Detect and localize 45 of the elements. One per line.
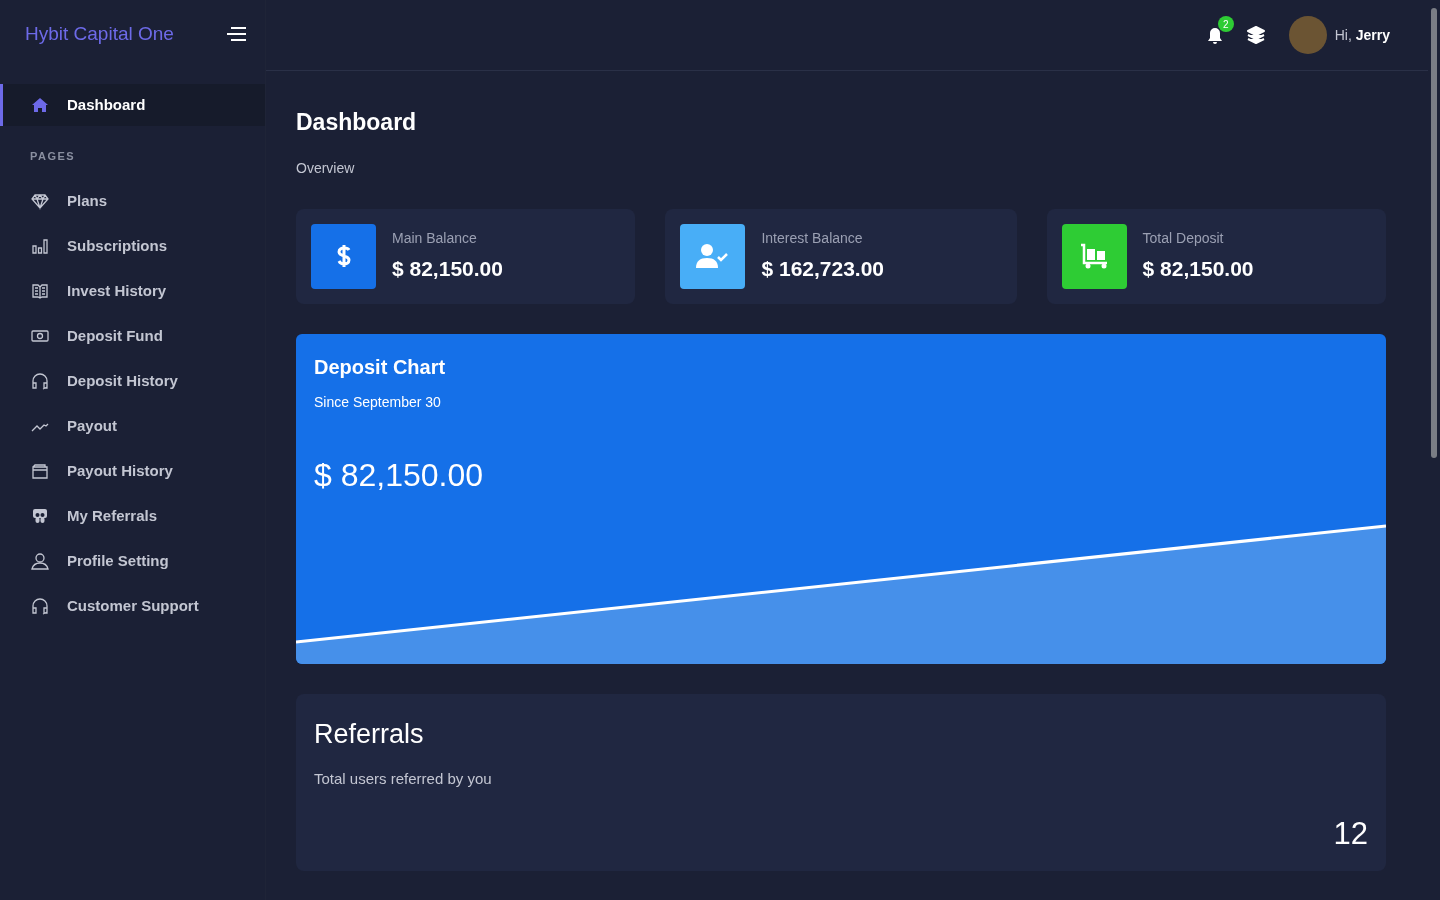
sidebar-item[interactable]: Dashboard — [0, 84, 265, 126]
notification-badge: 2 — [1217, 16, 1234, 32]
home-icon — [31, 96, 49, 114]
referral-count: 12 — [1333, 815, 1368, 851]
bar-chart-icon — [31, 237, 49, 255]
sidebar-item[interactable]: Subscriptions — [0, 223, 265, 269]
sidebar-item[interactable]: Deposit History — [0, 358, 265, 404]
chart-subtitle: Since September 30 — [314, 392, 442, 412]
stat-label: Main Balance — [392, 228, 478, 248]
banknote-icon — [31, 327, 49, 345]
book-icon — [31, 282, 49, 300]
sidebar-item[interactable]: My Referrals — [0, 493, 265, 539]
brand-logo[interactable]: Hybit Capital One — [25, 19, 174, 49]
stat-label: Total Deposit — [1142, 228, 1225, 248]
sidebar-item[interactable]: Payout History — [0, 448, 265, 494]
sidebar-item[interactable]: Profile Setting — [0, 538, 265, 584]
wallet-icon — [31, 462, 49, 480]
menu-icon[interactable] — [225, 26, 247, 42]
user-icon — [31, 552, 49, 570]
stat-value: $ 82,150.00 — [1142, 255, 1254, 282]
section-heading: PAGES — [29, 149, 77, 164]
scrollbar[interactable] — [1431, 8, 1437, 458]
sidebar-item[interactable]: Plans — [0, 178, 265, 224]
stat-value: $ 162,723.00 — [761, 255, 885, 282]
headset-icon — [31, 372, 49, 390]
page-subtitle: Overview — [296, 158, 356, 178]
people-icon — [31, 507, 49, 525]
sidebar-item[interactable]: Payout — [0, 403, 265, 449]
referrals-title: Referrals — [314, 717, 425, 751]
user-check-icon — [695, 243, 730, 269]
stat-label: Interest Balance — [761, 228, 864, 248]
sidebar-item[interactable]: Invest History — [0, 268, 265, 314]
sidebar-item[interactable]: Deposit Fund — [0, 313, 265, 359]
diamond-icon — [31, 192, 49, 210]
chart-title: Deposit Chart — [314, 354, 447, 380]
sidebar-item[interactable]: Customer Support — [0, 583, 265, 629]
layers-icon[interactable] — [1246, 26, 1265, 44]
chart-amount: $ 82,150.00 — [314, 455, 485, 495]
page-title: Dashboard — [296, 108, 418, 137]
headset-icon — [31, 597, 49, 615]
stat-value: $ 82,150.00 — [392, 255, 503, 282]
referrals-subtitle: Total users referred by you — [314, 769, 493, 789]
user-greeting[interactable]: Hi, Jerry — [1334, 24, 1390, 46]
bell-icon[interactable] — [1206, 26, 1223, 45]
luggage-cart-icon — [1079, 243, 1110, 269]
